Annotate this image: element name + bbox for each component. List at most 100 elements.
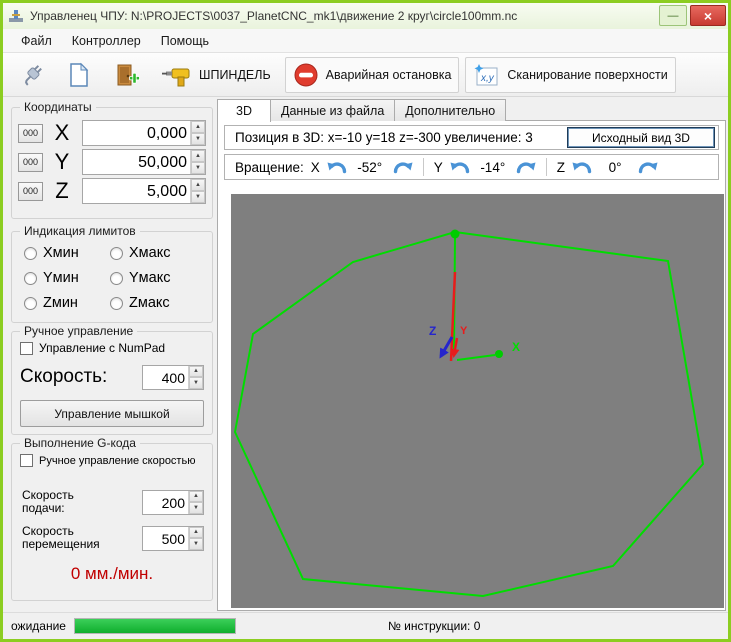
axis-y-text: Y [460,325,468,337]
new-file-button[interactable] [59,57,99,93]
coord-x-value: 0,000 [146,125,187,142]
drill-icon [162,68,190,86]
zero-z-button[interactable]: 000 [18,181,43,201]
menu-item-file[interactable]: Файл [11,29,62,52]
viewport-canvas: Z Y X [233,229,705,598]
app-icon [9,10,23,22]
numpad-checkbox-row: Управление с NumPad [20,341,165,355]
open-door-button[interactable] [105,57,148,93]
spin-down-button[interactable]: ▼ [189,377,203,389]
rotation-angle-x: -52° [357,159,383,175]
spin-up-button[interactable]: ▲ [191,121,205,133]
emergency-stop-label: Аварийная остановка [325,67,452,82]
manual-control-group: Ручное управление Управление с NumPad Ск… [11,324,213,435]
limit-radio-icon [110,296,123,310]
rotate-z-cw-button[interactable] [638,160,658,174]
surface-scan-label: Сканирование поверхности [507,67,668,82]
spin-down-button[interactable]: ▼ [191,133,205,145]
menu-item-help[interactable]: Помощь [151,29,219,52]
coord-z-value: 5,000 [146,183,187,200]
rotate-y-ccw-button[interactable] [450,160,470,174]
spin-up-button[interactable]: ▲ [189,365,203,377]
limit-zmax: Zмакс [110,295,208,311]
surface-scan-button[interactable]: x,y Сканирование поверхности [465,56,676,93]
progress-bar [73,618,236,634]
svg-text:x,y: x,y [480,73,495,84]
spindle-button[interactable]: ШПИНДЕЛЬ [154,57,279,93]
tab-page-3d: Позиция в 3D: x=-10 y=18 z=-300 увеличен… [217,120,726,611]
rotate-ccw-icon [327,162,346,174]
spin-down-button[interactable]: ▼ [189,538,203,550]
feed-rate-readout: 0 мм./мин. [70,564,154,583]
limit-zmin: Zмин [24,295,110,311]
titlebar: Управленец ЧПУ: N:\PROJECTS\0037_PlanetC… [3,3,728,29]
spin-up-button[interactable]: ▲ [191,150,205,162]
axis-x-label: X [54,120,70,145]
manual-speed-checkbox-label: Ручное управление скоростью [39,454,196,467]
close-button[interactable]: × [690,5,726,26]
spin-up-button[interactable]: ▲ [191,179,205,191]
spin-up-button[interactable]: ▲ [189,526,203,538]
limit-label: Хмин [43,245,79,261]
limits-grid: Хмин Хмакс Yмин Yмакс Zмин Zмакс [24,245,208,311]
zero-x-button[interactable]: 000 [18,123,43,143]
jog-speed-input[interactable]: 400 ▲ ▼ [142,364,204,390]
jog-speed-value: 400 [161,369,185,386]
position-bar: Позиция в 3D: x=-10 y=18 z=-300 увеличен… [224,125,719,150]
coordinates-group-title: Координаты [20,100,96,114]
coord-y-value: 50,000 [138,154,187,171]
surface-scan-icon: x,y [474,63,498,85]
instruction-counter: № инструкции: 0 [387,619,481,633]
menubar: Файл Контроллер Помощь [3,29,728,53]
manual-speed-checkbox[interactable] [20,454,33,467]
axis-x-line [456,354,496,361]
rotation-label: Вращение: [235,159,304,175]
toolbar: ШПИНДЕЛЬ Аварийная остановка x,y Сканиро… [3,53,728,97]
coord-x-input[interactable]: 0,000 ▲ ▼ [82,120,206,146]
rotation-group-x: X -52° [311,160,413,175]
rotate-cw-icon [516,162,536,174]
zero-y-button[interactable]: 000 [18,152,43,172]
spin-up-button[interactable]: ▲ [189,490,203,502]
emergency-stop-icon [294,63,318,86]
emergency-stop-button[interactable]: Аварийная остановка [284,56,460,93]
tab-file-data[interactable]: Данные из файла [269,99,396,121]
coord-y-input[interactable]: 50,000 ▲ ▼ [82,149,206,175]
menu-item-controller[interactable]: Контроллер [62,29,151,52]
limit-radio-icon [24,296,37,310]
viewport-3d[interactable]: Z Y X [231,194,724,608]
feed-speed-input[interactable]: 200 ▲ ▼ [142,489,204,515]
rotate-x-cw-button[interactable] [393,160,413,174]
spin-down-button[interactable]: ▼ [189,502,203,514]
limits-group-title: Индикация лимитов [20,224,140,238]
spin-down-button[interactable]: ▼ [191,191,205,203]
status-text: ожидание [11,619,66,633]
tab-3d[interactable]: 3D [217,99,271,122]
tab-strip: 3D Данные из файла Дополнительно [217,99,726,122]
axis-y-label: Y [54,149,70,174]
limit-label: Yмин [43,270,79,286]
spin-down-button[interactable]: ▼ [191,162,205,174]
gcode-group: Выполнение G-кода Ручное управление скор… [11,436,213,601]
minimize-button[interactable]: — [659,5,687,26]
axis-z-text: Z [429,324,436,338]
connect-plug-icon [25,64,42,86]
manual-group-title: Ручное управление [20,324,138,338]
limit-ymax: Yмакс [110,270,208,286]
rotate-x-ccw-button[interactable] [327,160,347,174]
rotate-ccw-icon [572,162,592,174]
move-speed-input[interactable]: 500 ▲ ▼ [142,525,204,551]
mouse-control-button[interactable]: Управление мышкой [20,400,204,427]
manual-speed-checkbox-row: Ручное управление скоростью [20,454,195,467]
rotation-group-z: Z 0° [557,160,658,175]
coordinates-group: Координаты 000 X 0,000 ▲ ▼ 000 Y 50,000 ▲… [11,100,213,219]
rotate-z-ccw-button[interactable] [572,160,592,174]
numpad-checkbox[interactable] [20,341,33,355]
tab-extra[interactable]: Дополнительно [394,99,507,121]
connect-button[interactable] [11,57,53,93]
coord-row-z: 000 Z 5,000 ▲ ▼ [18,178,206,204]
rotate-y-cw-button[interactable] [516,160,536,174]
reset-view-button[interactable]: Исходный вид 3D [567,127,715,148]
window-title: Управленец ЧПУ: N:\PROJECTS\0037_PlanetC… [30,9,518,23]
coord-z-input[interactable]: 5,000 ▲ ▼ [82,178,206,204]
